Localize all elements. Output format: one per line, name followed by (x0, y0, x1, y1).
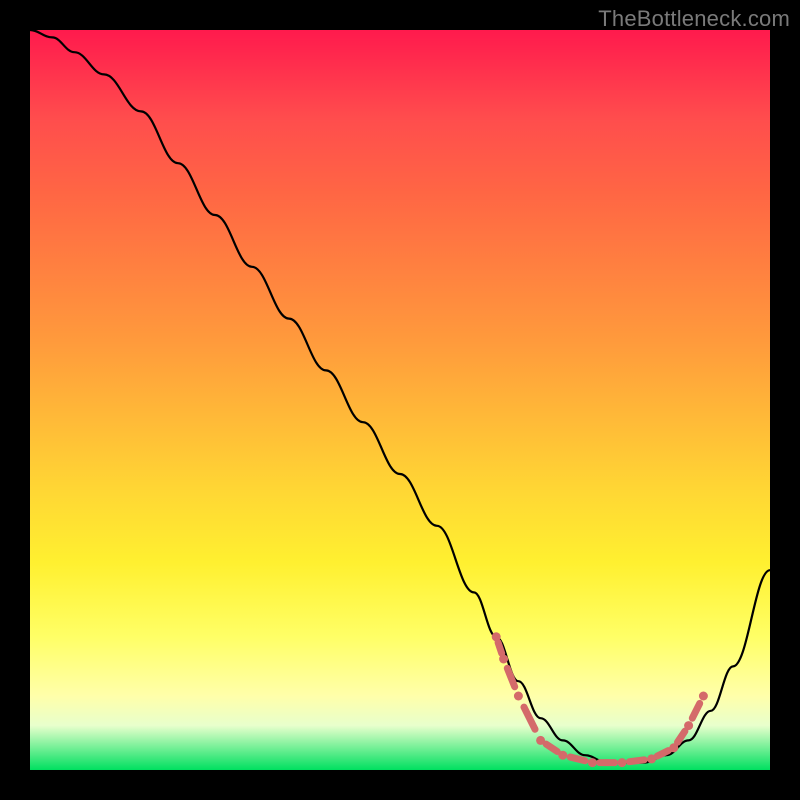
marker-dash (678, 731, 685, 742)
marker-dot (588, 758, 597, 767)
bottleneck-curve (30, 30, 770, 763)
curve-svg (30, 30, 770, 770)
marker-dash (546, 744, 557, 751)
watermark-text: TheBottleneck.com (598, 6, 790, 32)
marker-dash (629, 760, 644, 762)
marker-dash (570, 757, 585, 761)
marker-dot (514, 692, 523, 701)
marker-dash (507, 668, 514, 687)
marker-dash (692, 703, 699, 718)
plot-area (30, 30, 770, 770)
marker-dash (657, 751, 668, 757)
marker-dot (618, 758, 627, 767)
marker-dash (498, 642, 502, 653)
chart-frame: TheBottleneck.com (0, 0, 800, 800)
optimal-markers (492, 632, 708, 767)
marker-dot (699, 692, 708, 701)
